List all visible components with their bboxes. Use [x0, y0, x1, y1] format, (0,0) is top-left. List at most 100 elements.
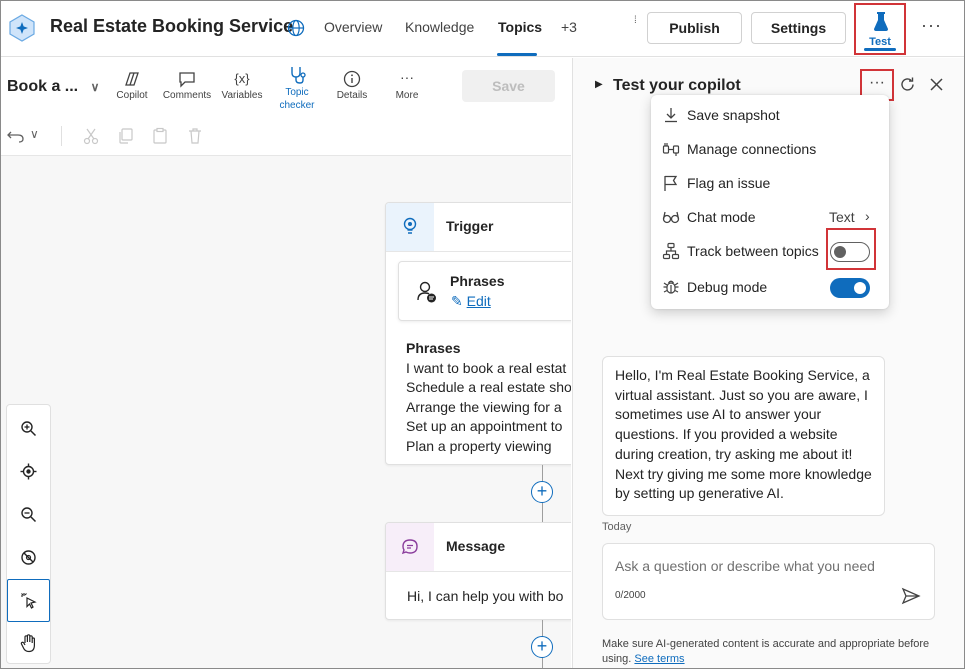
save-button[interactable]: Save [462, 70, 555, 102]
target-icon [20, 463, 37, 480]
collapse-triangle-icon[interactable]: ▶ [595, 79, 603, 90]
undo-dropdown-chevron-icon[interactable]: ∨ [30, 127, 39, 141]
settings-button[interactable]: Settings [751, 12, 846, 44]
menu-item-debug-mode[interactable]: Debug mode [651, 270, 889, 304]
overflow-indicator-icon: ⁞ [634, 15, 637, 26]
message-node-header-icon [386, 523, 434, 571]
bot-message-bubble: Hello, I'm Real Estate Booking Service, … [602, 356, 885, 516]
hand-icon [20, 634, 35, 653]
topic-flow-icon [662, 242, 680, 260]
trigger-phrase-list: Phrases I want to book a real estat Sche… [406, 339, 571, 456]
publish-button[interactable]: Publish [647, 12, 742, 44]
tab-overview[interactable]: Overview [324, 19, 382, 35]
test-panel-title: Test your copilot [613, 77, 741, 94]
delete-icon[interactable] [186, 127, 204, 145]
copilot-tool-button[interactable]: Copilot [104, 68, 160, 101]
send-icon[interactable] [901, 586, 921, 606]
variables-tool-label: Variables [221, 90, 263, 101]
topic-checker-tool-button[interactable]: Topic checker [269, 64, 325, 112]
edit-phrases-link[interactable]: ✎ Edit [451, 293, 491, 310]
copilot-icon [125, 72, 139, 86]
stethoscope-icon [291, 67, 306, 84]
more-tool-button[interactable]: ··· More [379, 68, 435, 101]
menu-item-flag-issue[interactable]: Flag an issue [651, 166, 889, 200]
message-title: Message [446, 538, 506, 554]
phrases-card[interactable]: Phrases ✎ Edit [398, 261, 571, 321]
add-node-button[interactable]: + [531, 481, 553, 503]
tab-more-count[interactable]: +3 [561, 19, 577, 35]
active-tab-indicator [497, 53, 537, 56]
comment-icon [179, 72, 195, 88]
minimap-toggle-button[interactable] [7, 536, 50, 579]
chat-input-box[interactable]: Ask a question or describe what you need… [602, 543, 935, 620]
debug-mode-toggle[interactable] [830, 278, 870, 298]
copilot-tool-label: Copilot [116, 90, 148, 101]
details-tool-label: Details [336, 90, 368, 101]
phrase-item: Arrange the viewing for a [406, 398, 562, 415]
globe-icon[interactable] [287, 19, 305, 37]
variables-tool-button[interactable]: {x} Variables [214, 68, 270, 101]
more-tool-label: More [395, 90, 419, 101]
menu-item-manage-connections[interactable]: Manage connections [651, 132, 889, 166]
test-button[interactable]: Test [854, 3, 906, 55]
select-mode-button[interactable] [7, 579, 50, 622]
undo-icon[interactable] [7, 128, 25, 144]
comments-tool-button[interactable]: Comments [159, 68, 215, 101]
zoom-out-icon [21, 507, 37, 523]
top-bar: Real Estate Booking Service Overview Kno… [1, 1, 964, 57]
chevron-right-icon: › [865, 208, 870, 224]
tab-topics[interactable]: Topics [498, 19, 542, 35]
test-active-indicator [864, 48, 896, 51]
topic-name-dropdown[interactable]: Book a ... ∨ [7, 78, 99, 96]
prohibited-icon [21, 550, 36, 565]
ai-disclaimer: Make sure AI-generated content is accura… [602, 637, 942, 667]
recenter-button[interactable] [7, 450, 50, 493]
zoom-out-button[interactable] [7, 493, 50, 536]
see-terms-link[interactable]: See terms [634, 653, 684, 665]
add-node-button[interactable]: + [531, 636, 553, 658]
pointer-select-icon [21, 593, 37, 609]
menu-item-save-snapshot[interactable]: Save snapshot [651, 98, 889, 132]
trigger-header-divider [386, 251, 571, 252]
glasses-icon [662, 211, 680, 224]
phrase-item: Schedule a real estate sho [406, 379, 571, 395]
refresh-icon[interactable] [899, 76, 916, 93]
pan-mode-button[interactable] [7, 622, 50, 665]
lightbulb-icon [403, 217, 417, 234]
paste-icon[interactable] [151, 127, 169, 145]
message-header-divider [386, 571, 571, 572]
chat-bubble-icon [401, 539, 418, 555]
menu-item-label: Debug mode [687, 279, 768, 295]
test-button-label: Test [869, 36, 891, 48]
variables-icon: {x} [234, 71, 250, 86]
topic-editor: Book a ... ∨ Copilot Comments {x} Variab… [1, 58, 571, 668]
character-count: 0/2000 [615, 590, 646, 601]
topic-name: Book a ... [7, 78, 79, 95]
person-chat-icon [417, 281, 436, 303]
message-node[interactable]: Message Hi, I can help you with bo [385, 522, 571, 620]
zoom-in-button[interactable] [7, 407, 50, 450]
chevron-down-icon: ∨ [90, 80, 100, 94]
cut-icon[interactable] [82, 127, 100, 145]
flask-icon [874, 12, 888, 31]
download-icon [665, 108, 677, 123]
phrase-item: I want to book a real estat [406, 359, 567, 376]
copilot-app-icon [9, 14, 35, 42]
flag-icon [664, 175, 678, 191]
edit-link-label: Edit [466, 293, 491, 309]
details-tool-button[interactable]: Details [324, 68, 380, 101]
info-icon [343, 70, 361, 88]
trigger-node[interactable]: Trigger Phrases ✎ Edit Phrases I want to… [385, 202, 571, 465]
copy-icon[interactable] [117, 127, 135, 145]
editor-toolbar: Book a ... ∨ Copilot Comments {x} Variab… [1, 58, 571, 116]
zoom-in-icon [21, 421, 37, 437]
phrase-item: Plan a property viewing [406, 437, 552, 454]
tab-knowledge[interactable]: Knowledge [405, 19, 474, 35]
menu-item-label: Flag an issue [687, 175, 771, 191]
authoring-canvas[interactable]: Trigger Phrases ✎ Edit Phrases I want to… [1, 156, 571, 668]
close-icon[interactable] [929, 77, 944, 92]
header-more-icon[interactable]: ··· [921, 15, 942, 36]
menu-item-label: Chat mode [687, 209, 756, 225]
plug-connection-icon [662, 143, 680, 156]
topic-checker-tool-label: Topic checker [279, 87, 315, 111]
